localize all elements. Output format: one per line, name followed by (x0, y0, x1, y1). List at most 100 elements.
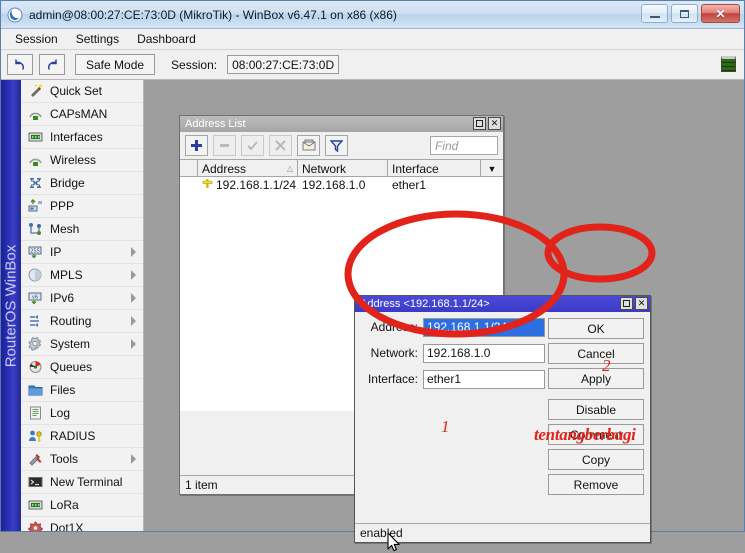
grid-header-address[interactable]: Address △ (198, 160, 298, 177)
comment-button[interactable]: Comment (548, 424, 644, 445)
session-label: Session: (171, 57, 218, 72)
log-icon (27, 406, 44, 421)
cell-network: 192.168.1.0 (302, 177, 366, 192)
grid-header-label: Address (202, 161, 247, 176)
svg-text:v6: v6 (32, 295, 38, 301)
sidebar-label: New Terminal (50, 475, 123, 489)
address-list-window-controls: ✕ (473, 117, 501, 130)
sidebar-item-ip[interactable]: 255 IP (21, 241, 143, 264)
remove-button[interactable]: Remove (548, 474, 644, 495)
session-value-field[interactable]: 08:00:27:CE:73:0D (227, 55, 340, 74)
sidebar-item-lora[interactable]: LoRa (21, 494, 143, 517)
minimize-icon[interactable] (641, 4, 668, 23)
sidebar-item-quick-set[interactable]: Quick Set (21, 80, 143, 103)
sidebar-item-wireless[interactable]: Wireless (21, 149, 143, 172)
sidebar-label: Tools (50, 452, 79, 466)
interface-input[interactable]: ether1 (423, 369, 545, 389)
apply-button[interactable]: Apply (548, 368, 644, 389)
maximize-icon[interactable] (473, 117, 486, 130)
address-dialog-statusbar: enabled (355, 523, 650, 542)
chevron-right-icon (131, 247, 137, 257)
interface-field-label: Interface: (367, 372, 418, 386)
address-input[interactable]: 192.168.1.1/24 (423, 317, 545, 337)
tools-icon (27, 452, 44, 467)
comment-button[interactable] (297, 135, 320, 156)
sidebar-item-routing[interactable]: Routing (21, 310, 143, 333)
undo-arrow-icon[interactable] (7, 54, 33, 75)
address-field-label: Address: (370, 320, 418, 334)
sidebar-label: CAPsMAN (50, 107, 108, 121)
routeros-branding-text: RouterOS WinBox (2, 244, 20, 367)
dot1x-icon (27, 521, 44, 531)
address-dialog-titlebar: Address <192.168.1.1/24> ✕ (355, 296, 650, 312)
grid-column-menu-button[interactable]: ▼ (481, 160, 503, 177)
redo-arrow-icon[interactable] (39, 54, 65, 75)
window-titlebar: admin@08:00:27:CE:73:0D (MikroTik) - Win… (1, 1, 744, 29)
grid-header-flag (180, 160, 198, 177)
maximize-icon[interactable] (671, 4, 698, 23)
address-flag-icon (202, 178, 213, 192)
sidebar-label: Queues (50, 360, 93, 374)
address-dialog-button-column: OK Cancel Apply Disable Comment Copy Rem… (548, 318, 644, 495)
filter-button[interactable] (325, 135, 348, 156)
remove-button[interactable] (213, 135, 236, 156)
sidebar-label: Mesh (50, 222, 80, 236)
menu-item-settings[interactable]: Settings (68, 30, 127, 48)
network-input[interactable]: 192.168.1.0 (423, 343, 545, 363)
ok-button[interactable]: OK (548, 318, 644, 339)
grid-header-interface[interactable]: Interface (388, 160, 481, 177)
chevron-right-icon (131, 293, 137, 303)
gear-icon (27, 337, 44, 352)
add-button[interactable] (185, 135, 208, 156)
sidebar-item-ppp[interactable]: PPP (21, 195, 143, 218)
disable-button[interactable]: Disable (548, 399, 644, 420)
close-icon[interactable]: ✕ (635, 297, 648, 310)
grid-header-network[interactable]: Network (298, 160, 388, 177)
find-input[interactable]: Find (430, 136, 498, 155)
network-field-label: Network: (370, 346, 418, 360)
menu-item-session[interactable]: Session (7, 30, 66, 48)
sidebar-item-radius[interactable]: RADIUS (21, 425, 143, 448)
address-dialog-window-controls: ✕ (620, 297, 648, 310)
sidebar-item-tools[interactable]: Tools (21, 448, 143, 471)
sidebar-item-bridge[interactable]: Bridge (21, 172, 143, 195)
sidebar-item-system[interactable]: System (21, 333, 143, 356)
sidebar-item-capsman[interactable]: CAPsMAN (21, 103, 143, 126)
address-list-toolbar: Find (180, 132, 503, 159)
close-icon[interactable]: ✕ (488, 117, 501, 130)
antenna-icon (27, 153, 44, 168)
ip-255-icon: 255 (27, 245, 44, 260)
address-dialog-body: Address: 192.168.1.1/24 Network: 192.168… (355, 312, 650, 523)
sidebar-item-files[interactable]: Files (21, 379, 143, 402)
maximize-icon[interactable] (620, 297, 633, 310)
wand-icon (27, 84, 44, 99)
sidebar-label: Routing (50, 314, 92, 328)
table-row[interactable]: 192.168.1.1/24 192.168.1.0 ether1 (180, 177, 503, 192)
window-title-text: admin@08:00:27:CE:73:0D (MikroTik) - Win… (29, 7, 397, 22)
ipv6-icon: v6 (27, 291, 44, 306)
sidebar-label: Wireless (50, 153, 97, 167)
queues-icon (27, 360, 44, 375)
sidebar-item-ipv6[interactable]: v6 IPv6 (21, 287, 143, 310)
sidebar-item-log[interactable]: Log (21, 402, 143, 425)
copy-button[interactable]: Copy (548, 449, 644, 470)
address-dialog: Address <192.168.1.1/24> ✕ Address: 192.… (354, 295, 651, 543)
sidebar-item-new-terminal[interactable]: New Terminal (21, 471, 143, 494)
safe-mode-button[interactable]: Safe Mode (75, 54, 156, 75)
close-icon[interactable]: ✕ (701, 4, 740, 23)
sidebar-item-interfaces[interactable]: Interfaces (21, 126, 143, 149)
sidebar-item-dot1x[interactable]: Dot1X (21, 517, 143, 531)
sidebar-item-queues[interactable]: Queues (21, 356, 143, 379)
mpls-icon (27, 268, 44, 283)
disable-button[interactable] (269, 135, 292, 156)
routeros-branding-strip: RouterOS WinBox (1, 80, 21, 531)
sidebar-item-mesh[interactable]: Mesh (21, 218, 143, 241)
enable-button[interactable] (241, 135, 264, 156)
sidebar-label: RADIUS (50, 429, 96, 443)
radius-key-icon (27, 429, 44, 444)
grid-header-label: Interface (392, 161, 439, 176)
sidebar-label: PPP (50, 199, 75, 213)
sidebar-item-mpls[interactable]: MPLS (21, 264, 143, 287)
cancel-button[interactable]: Cancel (548, 343, 644, 364)
menu-item-dashboard[interactable]: Dashboard (129, 30, 204, 48)
